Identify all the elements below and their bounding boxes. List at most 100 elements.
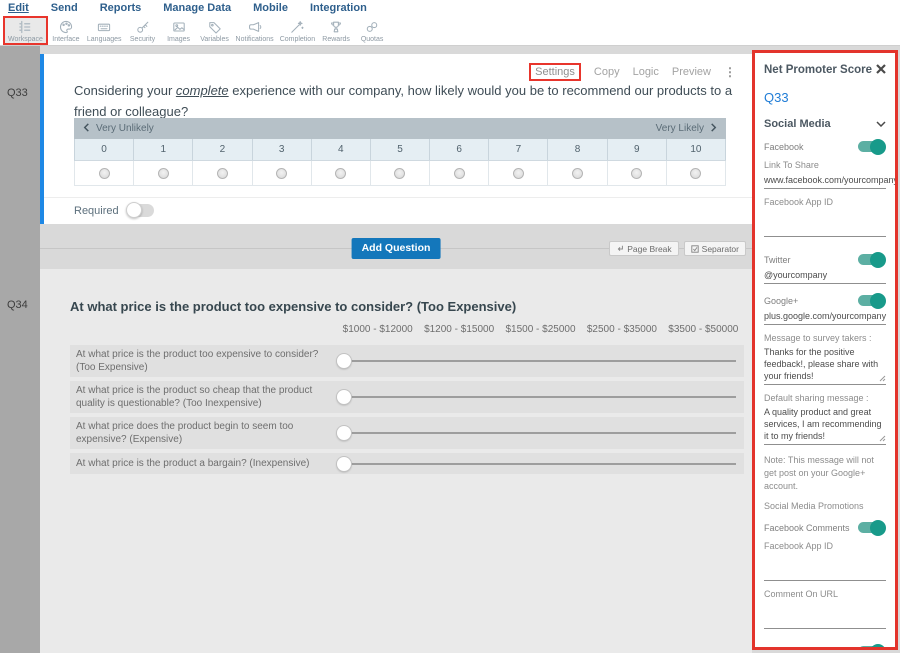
close-icon[interactable] [876,61,886,79]
settings-panel: Net Promoter Score Q33 Social Media Face… [752,50,898,650]
nps-radio[interactable] [513,168,524,179]
menu-item-manage-data[interactable]: Manage Data [163,2,231,14]
nps-radio-cell [312,161,371,186]
toolbar-item-languages[interactable]: Languages [84,16,125,45]
slider-handle[interactable] [337,390,351,404]
slider [337,426,736,441]
nps-radio[interactable] [572,168,583,179]
toolbar-item-quotas[interactable]: Quotas [354,16,390,45]
nps-value-cell: 1 [134,139,193,160]
chevron-left-icon [83,123,90,135]
question-text[interactable]: Considering your complete experience wit… [74,80,736,122]
nps-radio[interactable] [276,168,287,179]
completion-icon [289,19,305,35]
facebook-comments-app-id-input[interactable] [764,561,886,581]
google-toggle[interactable] [858,295,884,306]
required-toggle[interactable] [127,204,154,217]
toolbar-item-notifications[interactable]: Notifications [233,16,277,45]
notifications-icon [247,19,263,35]
q34-column-header: $1500 - $25000 [500,324,581,335]
default-sharing-message-textarea[interactable]: A quality product and great services, I … [764,406,886,445]
note-text: Note: This message will not get post on … [764,454,886,493]
social-media-section-header[interactable]: Social Media [764,118,886,130]
resize-handle-icon[interactable] [879,375,886,382]
nps-radio[interactable] [335,168,346,179]
page-break-icon [616,245,624,253]
menu-item-send[interactable]: Send [51,2,78,14]
facebook-comments-toggle[interactable] [858,522,884,533]
nps-value-cell: 8 [548,139,607,160]
embed-twitter-timeline-row: Embed Twitter Timeline [764,646,886,650]
slider-track [344,360,736,362]
panel-title: Net Promoter Score [764,64,872,76]
google-label: Google+ [764,296,798,306]
slider-track [344,396,736,398]
menu-item-edit[interactable]: Edit [8,2,29,14]
copy-button[interactable]: Copy [594,66,620,78]
question-card-q33: Settings Copy Logic Preview ⋮ Considerin… [40,54,752,224]
spacer [764,629,886,635]
resize-handle-icon[interactable] [879,435,886,442]
menu-item-reports[interactable]: Reports [100,2,142,14]
slider-handle[interactable] [337,457,351,471]
toolbar-item-completion[interactable]: Completion [277,16,318,45]
toolbar-item-variables[interactable]: Variables [197,16,233,45]
comment-on-url-input[interactable] [764,609,886,629]
twitter-handle-input[interactable]: @yourcompany [764,268,886,284]
nps-radio-cell [667,161,726,186]
slider-row: At what price is the product a bargain? … [70,453,744,474]
nps-radio[interactable] [454,168,465,179]
nps-value-cell: 9 [608,139,667,160]
link-to-share-input[interactable]: www.facebook.com/yourcompany [764,173,886,189]
twitter-row: Twitter [764,254,886,265]
menu-item-mobile[interactable]: Mobile [253,2,288,14]
quotas-icon [364,19,380,35]
more-options-icon[interactable]: ⋮ [724,65,736,79]
google-plus-url-input[interactable]: plus.google.com/yourcompany [764,309,886,325]
toolbar-item-workspace[interactable]: Workspace [3,16,48,45]
nps-radio-cell [75,161,134,186]
nps-radio[interactable] [631,168,642,179]
rewards-icon [328,19,344,35]
logic-button[interactable]: Logic [633,66,659,78]
toolbar-item-images[interactable]: Images [161,16,197,45]
toolbar-item-label: Interface [52,36,79,43]
toolbar-item-label: Security [130,36,155,43]
q34-column-headers: $1000 - $12000$1200 - $15000$1500 - $250… [337,324,744,335]
chevron-right-icon [710,123,717,135]
add-question-band: Add Question Page Break Separator [40,231,752,267]
settings-button[interactable]: Settings [529,63,581,81]
toolbar-item-interface[interactable]: Interface [48,16,84,45]
nps-value-cell: 5 [371,139,430,160]
embed-twitter-timeline-toggle[interactable] [858,646,884,650]
separator-button[interactable]: Separator [684,241,746,256]
facebook-app-id-label: Facebook App ID [764,541,886,551]
panel-question-id[interactable]: Q33 [764,90,886,105]
toolbar-item-security[interactable]: Security [125,16,161,45]
page-break-button[interactable]: Page Break [609,241,678,256]
twitter-toggle[interactable] [858,254,884,265]
slider-handle[interactable] [337,426,351,440]
message-to-survey-takers-textarea[interactable]: Thanks for the positive feedback!, pleas… [764,346,886,385]
nps-radio[interactable] [217,168,228,179]
nps-radio-cell [371,161,430,186]
facebook-toggle[interactable] [858,141,884,152]
q34-title[interactable]: At what price is the product too expensi… [70,299,516,314]
nps-radio[interactable] [99,168,110,179]
slider-handle[interactable] [337,354,351,368]
menu-item-integration[interactable]: Integration [310,2,367,14]
nps-radio[interactable] [690,168,701,179]
link-to-share-label: Link To Share [764,160,886,170]
nps-radio[interactable] [394,168,405,179]
slider-track [344,432,736,434]
facebook-comments-row: Facebook Comments [764,522,886,533]
nps-radio[interactable] [158,168,169,179]
social-media-promotions-label: Social Media Promotions [764,501,886,511]
preview-button[interactable]: Preview [672,66,711,78]
toolbar-item-rewards[interactable]: Rewards [318,16,354,45]
facebook-app-id-input[interactable] [764,217,886,237]
add-question-button[interactable]: Add Question [352,238,441,259]
nps-value-cell: 4 [312,139,371,160]
nps-value-row: 012345678910 [74,139,726,161]
toolbar-item-label: Quotas [361,36,384,43]
